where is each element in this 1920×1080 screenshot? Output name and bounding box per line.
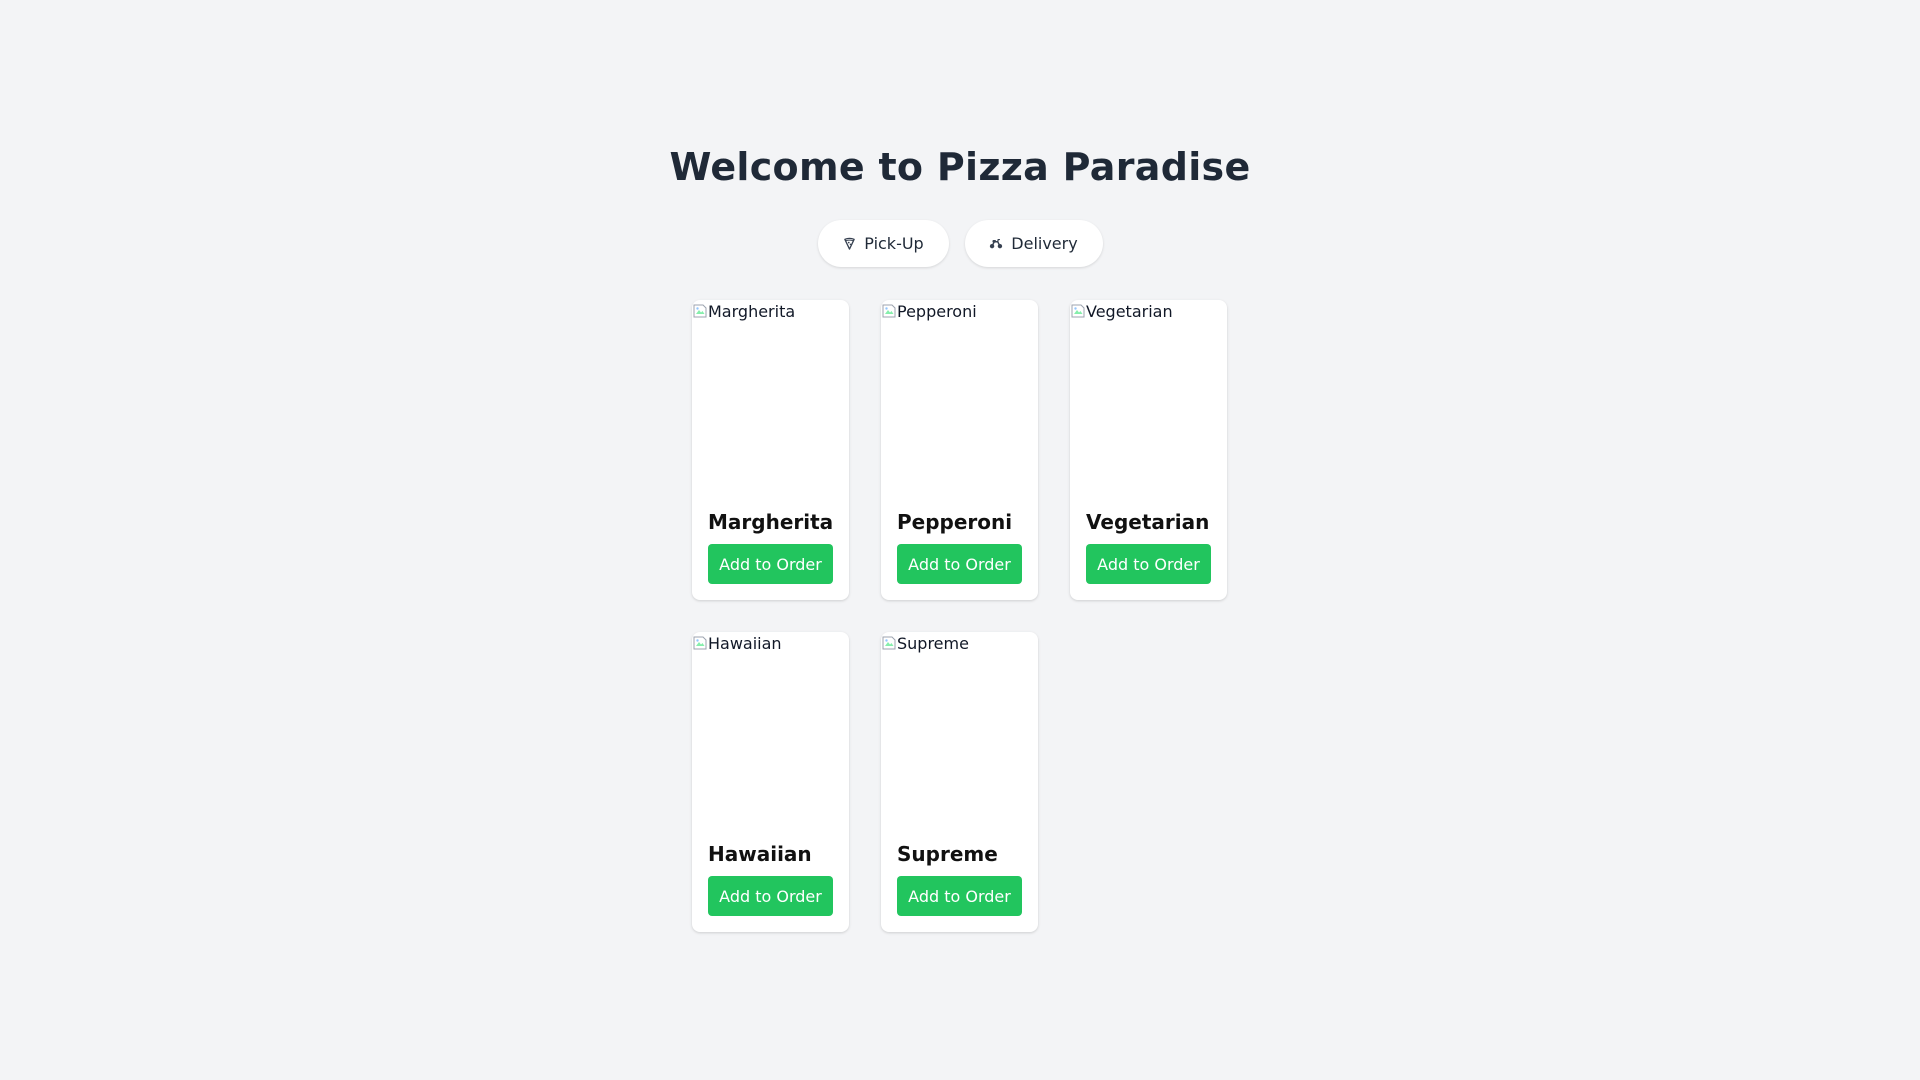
pizza-card-margherita: Margherita Margherita Add to Order bbox=[692, 300, 849, 600]
pizza-name: Pepperoni bbox=[897, 510, 1013, 534]
pizza-menu-grid: Margherita Margherita Add to Order Peppe… bbox=[692, 300, 1229, 932]
order-mode-toggle: Pick-Up Delivery bbox=[0, 220, 1920, 267]
broken-image-icon bbox=[881, 635, 897, 651]
image-alt-text: Supreme bbox=[897, 634, 969, 653]
page-title: Welcome to Pizza Paradise bbox=[669, 145, 1251, 189]
image-alt-text: Vegetarian bbox=[1086, 302, 1173, 321]
pizza-card-pepperoni: Pepperoni Pepperoni Add to Order bbox=[881, 300, 1038, 600]
pizza-card-supreme: Supreme Supreme Add to Order bbox=[881, 632, 1038, 932]
add-to-order-button[interactable]: Add to Order bbox=[897, 876, 1022, 916]
add-to-order-button[interactable]: Add to Order bbox=[708, 544, 833, 584]
pickup-label: Pick-Up bbox=[864, 234, 924, 253]
pizza-name: Supreme bbox=[897, 842, 998, 866]
broken-image-icon bbox=[881, 303, 897, 319]
page: Welcome to Pizza Paradise Pick-Up Delive… bbox=[0, 0, 1920, 1080]
image-alt-text: Margherita bbox=[708, 302, 796, 321]
scooter-icon bbox=[989, 237, 1003, 251]
delivery-label: Delivery bbox=[1011, 234, 1078, 253]
pizza-name: Margherita bbox=[708, 510, 834, 534]
image-alt-text: Pepperoni bbox=[897, 302, 977, 321]
pizza-name: Hawaiian bbox=[708, 842, 812, 866]
add-to-order-button[interactable]: Add to Order bbox=[708, 876, 833, 916]
add-to-order-button[interactable]: Add to Order bbox=[897, 544, 1022, 584]
pizza-image: Pepperoni bbox=[881, 300, 1038, 492]
image-alt-text: Hawaiian bbox=[708, 634, 782, 653]
pizza-card-vegetarian: Vegetarian Vegetarian Add to Order bbox=[1070, 300, 1227, 600]
delivery-button[interactable]: Delivery bbox=[964, 220, 1103, 267]
pickup-button[interactable]: Pick-Up bbox=[817, 220, 949, 267]
pizza-slice-icon bbox=[842, 237, 856, 251]
broken-image-icon bbox=[692, 635, 708, 651]
pizza-name: Vegetarian bbox=[1086, 510, 1210, 534]
pizza-image: Vegetarian bbox=[1070, 300, 1227, 492]
broken-image-icon bbox=[1070, 303, 1086, 319]
pizza-image: Hawaiian bbox=[692, 632, 849, 824]
pizza-image: Margherita bbox=[692, 300, 849, 492]
broken-image-icon bbox=[692, 303, 708, 319]
add-to-order-button[interactable]: Add to Order bbox=[1086, 544, 1211, 584]
pizza-card-hawaiian: Hawaiian Hawaiian Add to Order bbox=[692, 632, 849, 932]
pizza-image: Supreme bbox=[881, 632, 1038, 824]
